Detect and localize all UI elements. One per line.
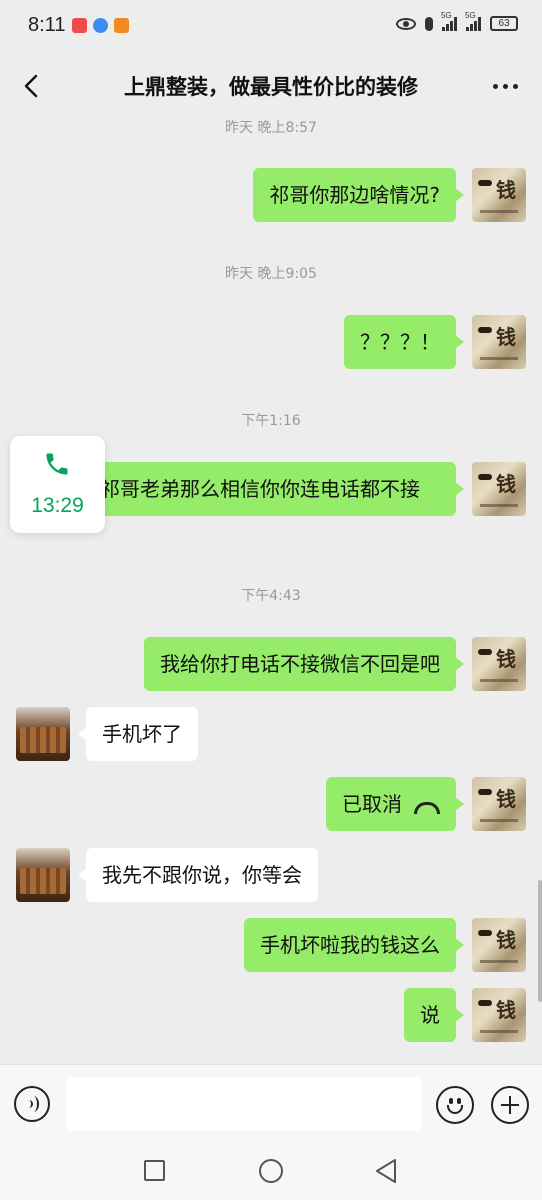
sent-message[interactable]: 祁哥你那边啥情况?	[253, 168, 464, 222]
more-dots-icon[interactable]	[493, 84, 518, 89]
message-list[interactable]: 昨天 晚上8:57 祁哥你那边啥情况? 钱 昨天 晚上9:05 ？？？！ 钱 下…	[0, 110, 542, 1065]
avatar-glyph: 钱	[496, 928, 516, 952]
status-time: 8:11	[28, 14, 66, 36]
browser-notification-icon	[93, 18, 108, 33]
contact-avatar[interactable]	[16, 707, 70, 761]
timestamp: 昨天 晚上8:57	[225, 120, 317, 136]
video-notification-icon	[114, 18, 129, 33]
signal-icon-2: 5G	[465, 11, 481, 31]
my-avatar[interactable]: 钱	[472, 168, 526, 222]
chat-header: 上鼎整装，做最具性价比的装修	[0, 54, 542, 118]
recents-icon[interactable]	[144, 1160, 165, 1181]
back-triangle-icon[interactable]	[374, 1158, 398, 1184]
received-message[interactable]: 手机坏了	[78, 707, 198, 761]
sent-message[interactable]: 我给你打电话不接微信不回是吧	[144, 637, 464, 691]
contact-avatar[interactable]	[16, 848, 70, 902]
avatar-glyph: 钱	[496, 998, 516, 1022]
my-avatar[interactable]: 钱	[472, 315, 526, 369]
avatar-glyph: 钱	[496, 178, 516, 202]
timestamp: 昨天 晚上9:05	[225, 266, 317, 282]
timestamp: 下午1:16	[241, 413, 301, 429]
my-avatar[interactable]: 钱	[472, 462, 526, 516]
scrollbar[interactable]	[538, 880, 542, 1002]
my-avatar[interactable]: 钱	[472, 918, 526, 972]
my-avatar[interactable]: 钱	[472, 637, 526, 691]
app-notification-icon	[72, 18, 87, 33]
call-duration: 13:29	[31, 494, 84, 517]
call-status-text: 已取消	[342, 792, 402, 816]
system-nav-bar	[0, 1142, 542, 1200]
system-icons: 5G 5G 63	[396, 11, 518, 31]
cancelled-call-message[interactable]: 已取消	[326, 777, 464, 831]
avatar-glyph: 钱	[496, 647, 516, 671]
signal-label-2: 5G	[465, 10, 476, 20]
phone-icon	[46, 453, 68, 475]
eye-icon	[396, 17, 416, 30]
chat-title: 上鼎整装，做最具性价比的装修	[124, 75, 418, 99]
emoji-icon[interactable]	[436, 1086, 474, 1124]
chevron-left-icon[interactable]	[22, 74, 42, 98]
avatar-glyph: 钱	[496, 472, 516, 496]
hang-up-icon	[414, 801, 440, 814]
sent-message[interactable]: 说	[404, 988, 464, 1042]
signal-icon: 5G	[441, 11, 457, 31]
signal-label: 5G	[441, 10, 452, 20]
notification-icons	[72, 18, 129, 33]
my-avatar[interactable]: 钱	[472, 988, 526, 1042]
my-avatar[interactable]: 钱	[472, 777, 526, 831]
mic-icon	[425, 16, 433, 31]
timestamp: 下午4:43	[241, 588, 301, 604]
floating-call-widget[interactable]: 13:29	[10, 436, 105, 533]
sent-message[interactable]: 祁哥老弟那么相信你你连电话都不接	[84, 462, 464, 516]
input-bar	[0, 1064, 542, 1142]
message-input[interactable]	[66, 1077, 422, 1131]
received-message[interactable]: 我先不跟你说，你等会	[78, 848, 318, 902]
voice-icon[interactable]	[14, 1086, 50, 1122]
avatar-glyph: 钱	[496, 325, 516, 349]
status-bar: 8:11 5G 5G 63	[0, 0, 542, 54]
avatar-glyph: 钱	[496, 787, 516, 811]
battery-icon: 63	[490, 16, 518, 31]
sent-message[interactable]: ？？？！	[344, 315, 464, 369]
plus-icon[interactable]	[491, 1086, 529, 1124]
sent-message[interactable]: 手机坏啦我的钱这么	[244, 918, 464, 972]
home-icon[interactable]	[259, 1159, 283, 1183]
